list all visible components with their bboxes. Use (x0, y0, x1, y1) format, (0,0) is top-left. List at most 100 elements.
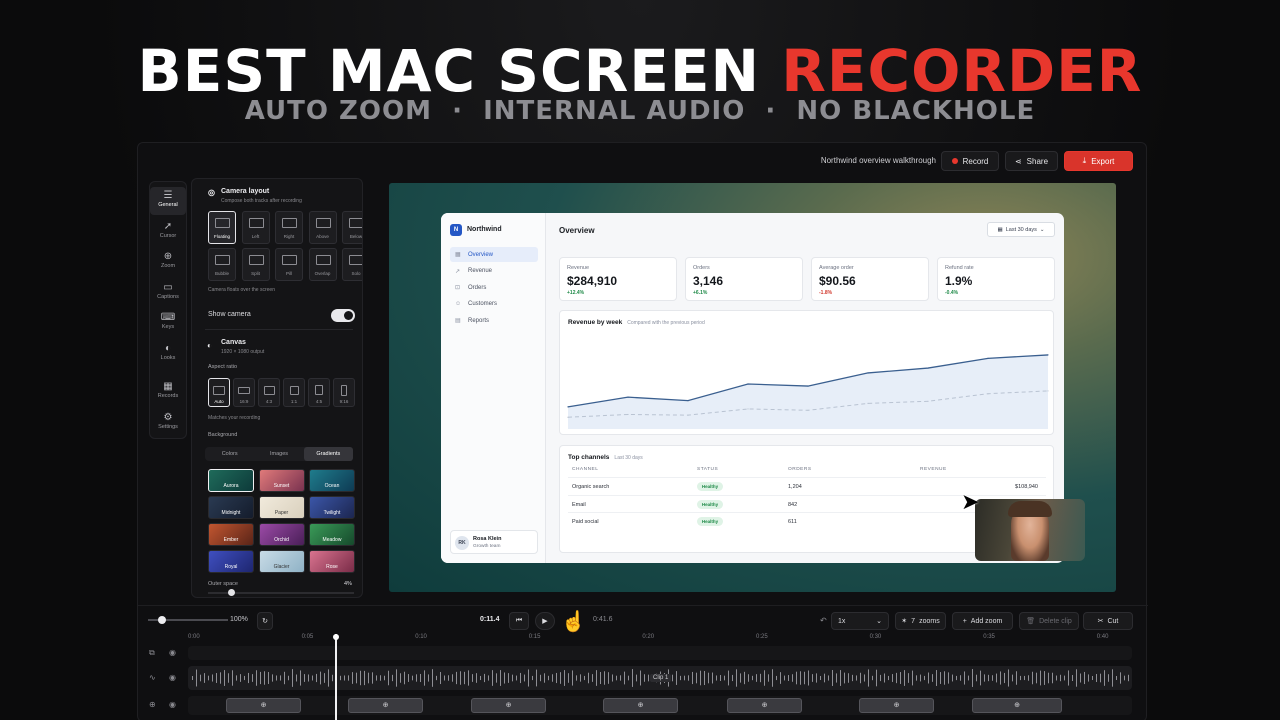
layout-option-pill[interactable]: Pill (275, 248, 303, 281)
revenue-cell: $108,940 (1015, 484, 1038, 490)
nav-item-revenue[interactable]: ↗ Revenue (450, 264, 538, 279)
aspect-ratio-option[interactable]: 16:9 (233, 378, 255, 407)
swatch-twilight[interactable]: Twilight (309, 496, 355, 519)
video-track[interactable] (188, 646, 1132, 660)
layout-thumbnail (248, 218, 264, 228)
tab-gradients[interactable]: Gradients (303, 447, 353, 461)
tab-colors[interactable]: Colors (205, 447, 254, 461)
export-button[interactable]: ⤓ Export (1064, 151, 1133, 171)
show-camera-toggle[interactable] (331, 309, 355, 322)
rail-item-keys[interactable]: ⌨ Keys (150, 309, 186, 337)
zoom-segment[interactable]: ⊕ (348, 698, 423, 713)
swatch-glacier[interactable]: Glacier (258, 550, 305, 573)
zoom-segment[interactable]: ⊕ (603, 698, 678, 713)
delete-clip-button[interactable]: 🗑 Delete clip (1019, 612, 1079, 630)
layout-option-right[interactable]: Right (275, 211, 303, 244)
aspect-ratio-option[interactable]: Auto (208, 378, 230, 407)
zoom-segment[interactable]: ⊕ (226, 698, 301, 713)
camera-overlay[interactable] (975, 499, 1085, 561)
date-filter[interactable]: ▦ Last 30 days ⌄ (987, 222, 1055, 237)
waveform-bar (480, 675, 481, 681)
playhead[interactable] (333, 634, 339, 720)
aspect-ratio-option[interactable]: 4:3 (258, 378, 280, 407)
layout-thumbnail (215, 255, 230, 265)
layout-option-split[interactable]: Split (241, 248, 270, 281)
eye-icon[interactable]: ◉ (169, 673, 176, 682)
eye-icon[interactable]: ◉ (169, 648, 176, 657)
background-label: Background (208, 432, 238, 438)
zoom-segment[interactable]: ⊕ (727, 698, 802, 713)
nav-item-orders[interactable]: ⊡ Orders (450, 280, 538, 295)
layout-option-overlap[interactable]: Overlap (308, 248, 337, 281)
swatch-sunset[interactable]: Sunset (258, 469, 305, 492)
add-zoom-button[interactable]: + Add zoom (952, 612, 1013, 630)
aspect-ratio-option[interactable]: 9:16 (333, 378, 355, 407)
waveform-bar (836, 673, 837, 683)
swatch-ocean[interactable]: Ocean (309, 469, 355, 492)
swatch-midnight[interactable]: Midnight (208, 496, 254, 519)
swatch-royal[interactable]: Royal (208, 550, 254, 573)
ratio-note: Matches your recording (208, 415, 261, 421)
waveform-bar (256, 670, 257, 686)
waveform-bar (604, 671, 605, 685)
zooms-button[interactable]: ✶ 7 zooms (895, 612, 946, 630)
reset-icon[interactable]: ↻ (257, 612, 273, 630)
aspect-ratio-option[interactable]: 4:5 (308, 378, 330, 407)
swatch-meadow[interactable]: Meadow (309, 523, 355, 546)
layout-option-below[interactable]: Below (342, 211, 362, 244)
waveform-bar (1068, 670, 1069, 686)
waveform-bar (820, 675, 821, 681)
recording-title[interactable]: Northwind overview walkthrough (821, 156, 936, 165)
zoom-segment[interactable]: ⊕ (859, 698, 934, 713)
rail-item-looks[interactable]: ◐ Looks (150, 340, 186, 368)
kpi-delta: -1.8% (819, 290, 833, 296)
date-filter-label: Last 30 days (1005, 226, 1037, 233)
aspect-ratio-option[interactable]: 1:1 (283, 378, 305, 407)
swatch-aurora[interactable]: Aurora (208, 469, 254, 492)
waveform-bar (1008, 669, 1009, 687)
record-button[interactable]: Record (941, 151, 999, 171)
layout-option-bubble[interactable]: Bubble (208, 248, 236, 281)
nav-item-overview[interactable]: ▦ Overview (450, 247, 538, 262)
rail-item-records[interactable]: ▦ Records (150, 378, 186, 406)
waveform-bar (756, 674, 757, 682)
waveform-bar (416, 674, 417, 682)
play-button[interactable]: ▶ (535, 612, 555, 630)
swatch-orchid[interactable]: Orchid (258, 523, 305, 546)
layout-option-above[interactable]: Above (308, 211, 337, 244)
audio-track[interactable]: Clip 1 (188, 666, 1132, 690)
share-button[interactable]: ⋖ Share (1005, 151, 1058, 171)
cut-button[interactable]: ✂ Cut (1083, 612, 1133, 630)
tab-images[interactable]: Images (254, 447, 303, 461)
waveform-bar (1120, 672, 1121, 684)
zoom-segment[interactable]: ⊕ (972, 698, 1062, 713)
waveform-bar (796, 671, 797, 685)
timeline-zoom-handle[interactable] (157, 616, 166, 624)
outer-space-slider-handle[interactable] (228, 589, 235, 596)
nav-item-customers[interactable]: ☺ Customers (450, 297, 538, 312)
waveform-bar (728, 670, 729, 686)
layout-option-left[interactable]: Left (241, 211, 270, 244)
rail-item-general[interactable]: ☰ General (150, 187, 186, 215)
swatch-ember[interactable]: Ember (208, 523, 254, 546)
rail-item-captions[interactable]: ▭ Captions (150, 279, 186, 307)
layout-option-solo[interactable]: Solo (342, 248, 362, 281)
eye-icon[interactable]: ◉ (169, 700, 176, 709)
waveform-bar (680, 675, 681, 681)
swatch-rose[interactable]: Rose (309, 550, 355, 573)
rail-item-zoom[interactable]: ⊕ Zoom (150, 248, 186, 276)
speed-select[interactable]: 1x ⌄ (831, 612, 889, 630)
user-card[interactable]: RK Rosa Klein Growth team (450, 530, 538, 554)
waveform-bar (548, 675, 549, 681)
waveform-bar (268, 672, 269, 684)
skip-back-icon[interactable]: ⏮ (509, 612, 529, 630)
swatch-paper[interactable]: Paper (258, 496, 305, 519)
speed-icon: ↶ (820, 616, 827, 625)
preview-canvas[interactable]: N Northwind ▦ Overview ↗ Revenue ⊡ Orders ☺ Cus… (389, 183, 1116, 592)
rail-item-settings[interactable]: ⚙ Settings (150, 409, 186, 437)
nav-item-reports[interactable]: ▤ Reports (450, 313, 538, 328)
rail-item-cursor[interactable]: ➚ Cursor (150, 218, 186, 246)
layout-option-floating[interactable]: Floating (208, 211, 236, 244)
waveform-bar (776, 675, 777, 681)
zoom-segment[interactable]: ⊕ (471, 698, 546, 713)
